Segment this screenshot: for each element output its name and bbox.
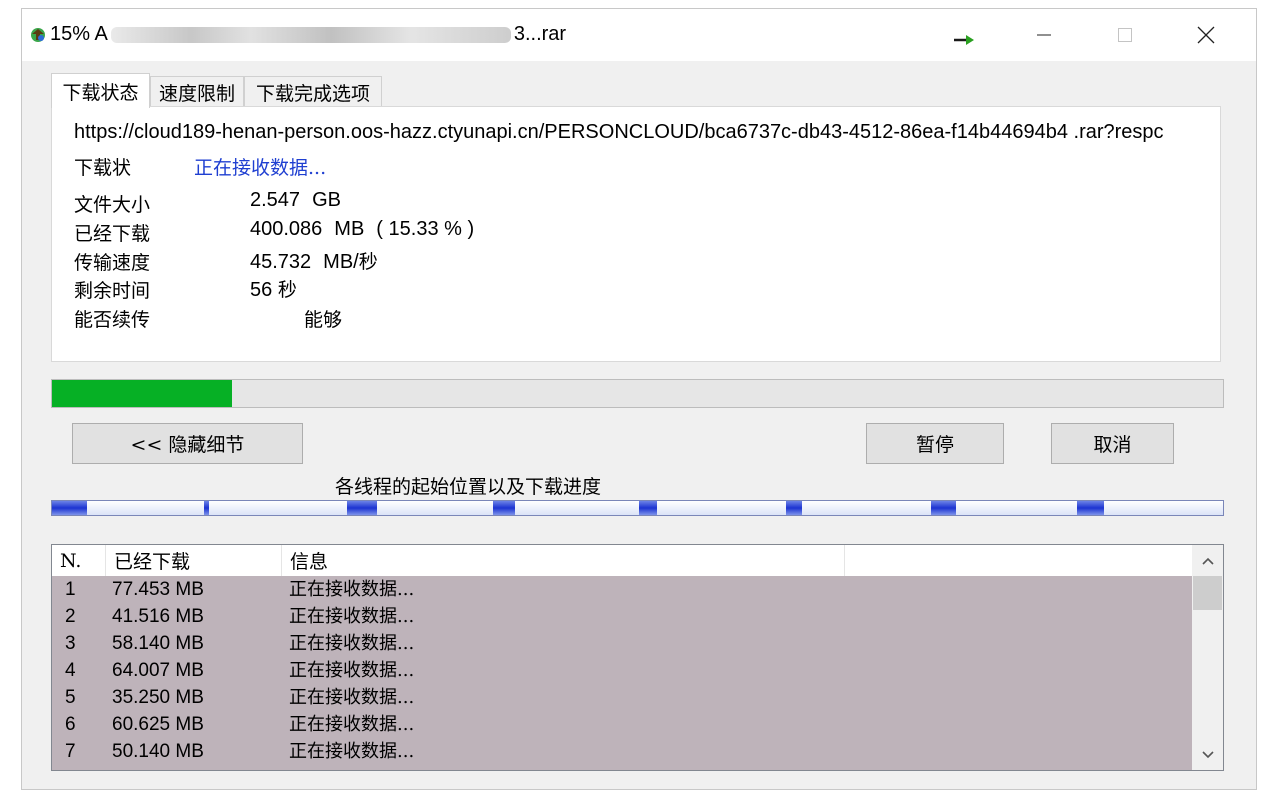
resume-label: 能否续传 [74, 309, 151, 331]
thread-progress-bar [51, 500, 1224, 516]
title-prefix: 15% A [50, 23, 108, 45]
row-info: 正在接收数据... [289, 579, 415, 600]
thread-list-body: 1 77.453 MB 正在接收数据... 2 41.516 MB 正在接收数据… [52, 576, 1192, 770]
cancel-button[interactable]: 取消 [1051, 423, 1174, 464]
details-panel: https://cloud189-henan-person.oos-hazz.c… [51, 106, 1221, 362]
close-icon [1197, 26, 1215, 44]
scroll-down-button[interactable] [1192, 739, 1223, 770]
row-number: 6 [65, 714, 76, 735]
downloaded-unit: MB [334, 218, 365, 240]
row-number: 1 [65, 579, 76, 600]
row-info: 正在接收数据... [289, 606, 415, 627]
downloaded-label: 已经下载 [74, 223, 151, 245]
row-number: 3 [65, 633, 76, 654]
row-info: 正在接收数据... [289, 741, 415, 762]
green-arrow-icon [954, 35, 974, 45]
remaining-value: 56 秒 [250, 275, 297, 302]
thread-segment-7 [931, 501, 956, 515]
download-url: https://cloud189-henan-person.oos-hazz.c… [74, 121, 1164, 143]
row-number: 4 [65, 660, 76, 681]
download-progress-window: 15% A 3...rar 下载状态 速度限制 下载完成选项 https://cl… [21, 8, 1257, 790]
table-row[interactable]: 2 41.516 MB 正在接收数据... [52, 603, 1192, 630]
thread-segment-3 [347, 501, 377, 515]
maximize-button[interactable] [1085, 9, 1165, 61]
status-label: 下载状 [74, 157, 132, 179]
thread-segment-6 [786, 501, 802, 515]
row-info: 正在接收数据... [289, 660, 415, 681]
status-value: 正在接收数据... [194, 157, 327, 179]
threads-caption: 各线程的起始位置以及下载进度 [335, 476, 602, 498]
window-title: 15% A 3...rar [50, 21, 566, 47]
thread-list-header: N. 已经下载 信息 [52, 545, 1192, 576]
table-row[interactable]: 6 60.625 MB 正在接收数据... [52, 711, 1192, 738]
table-row[interactable]: 4 64.007 MB 正在接收数据... [52, 657, 1192, 684]
table-row[interactable]: 7 50.140 MB 正在接收数据... [52, 738, 1192, 765]
remaining-label: 剩余时间 [74, 280, 151, 302]
column-header-empty[interactable] [845, 545, 1192, 576]
downloaded-value: 400.086 MB ( 15.33 % ) [250, 218, 474, 241]
thread-list[interactable]: N. 已经下载 信息 1 77.453 MB 正在接收数据... 2 41.51… [51, 544, 1224, 771]
chevron-up-icon [1201, 557, 1214, 565]
pause-button[interactable]: 暂停 [866, 423, 1004, 464]
column-header-downloaded[interactable]: 已经下载 [106, 545, 282, 576]
table-row[interactable]: 5 35.250 MB 正在接收数据... [52, 684, 1192, 711]
redacted-filename [110, 26, 511, 43]
row-downloaded: 50.140 MB [112, 741, 204, 762]
hide-details-button[interactable]: << 隐藏细节 [72, 423, 303, 464]
row-downloaded: 60.625 MB [112, 714, 204, 735]
minimize-button[interactable] [1004, 9, 1084, 61]
speed-number: 45.732 [250, 251, 312, 273]
thread-segment-8 [1077, 501, 1104, 515]
row-number: 7 [65, 741, 76, 762]
chevron-down-icon [1201, 750, 1214, 758]
remaining-unit: 秒 [277, 279, 297, 301]
file-size-label: 文件大小 [74, 194, 151, 216]
file-size-unit: GB [312, 189, 341, 211]
thread-segment-4 [493, 501, 515, 515]
scrollbar-thumb[interactable] [1193, 576, 1222, 610]
speed-value: 45.732 MB/秒 [250, 247, 378, 274]
row-downloaded: 41.516 MB [112, 606, 204, 627]
title-suffix: 3...rar [513, 23, 567, 45]
row-number: 2 [65, 606, 76, 627]
title-bar[interactable]: 15% A 3...rar [22, 9, 1256, 61]
tab-download-status[interactable]: 下载状态 [51, 73, 150, 108]
speed-label: 传输速度 [74, 252, 151, 274]
downloaded-percent: ( 15.33 % ) [376, 218, 475, 240]
speed-unit-seconds: 秒 [358, 251, 378, 273]
row-info: 正在接收数据... [289, 687, 415, 708]
row-info: 正在接收数据... [289, 633, 415, 654]
table-row[interactable]: 1 77.453 MB 正在接收数据... [52, 576, 1192, 603]
vertical-scrollbar[interactable] [1192, 545, 1223, 770]
progress-fill [52, 380, 232, 407]
downloaded-number: 400.086 [250, 218, 323, 240]
thread-segment-2 [204, 501, 209, 515]
column-header-number[interactable]: N. [52, 545, 106, 576]
speed-unit: MB/ [323, 251, 359, 273]
row-downloaded: 58.140 MB [112, 633, 204, 654]
thread-segment-1 [52, 501, 87, 515]
minimize-icon [1037, 34, 1051, 36]
tab-completion-options[interactable]: 下载完成选项 [244, 76, 382, 107]
column-header-info[interactable]: 信息 [282, 545, 845, 576]
file-size-number: 2.547 [250, 189, 301, 211]
row-downloaded: 35.250 MB [112, 687, 204, 708]
close-button[interactable] [1166, 9, 1246, 61]
row-downloaded: 77.453 MB [112, 579, 204, 600]
resume-value: 能够 [304, 309, 343, 331]
table-row[interactable]: 3 58.140 MB 正在接收数据... [52, 630, 1192, 657]
thread-segment-5 [639, 501, 657, 515]
download-globe-icon [31, 28, 45, 42]
scroll-up-button[interactable] [1192, 545, 1223, 576]
tab-speed-limit[interactable]: 速度限制 [150, 76, 244, 107]
file-size-value: 2.547 GB [250, 189, 341, 212]
row-number: 5 [65, 687, 76, 708]
row-info: 正在接收数据... [289, 714, 415, 735]
row-downloaded: 64.007 MB [112, 660, 204, 681]
maximize-icon [1118, 28, 1132, 42]
remaining-number: 56 [250, 279, 273, 301]
overall-progress-bar [51, 379, 1224, 408]
